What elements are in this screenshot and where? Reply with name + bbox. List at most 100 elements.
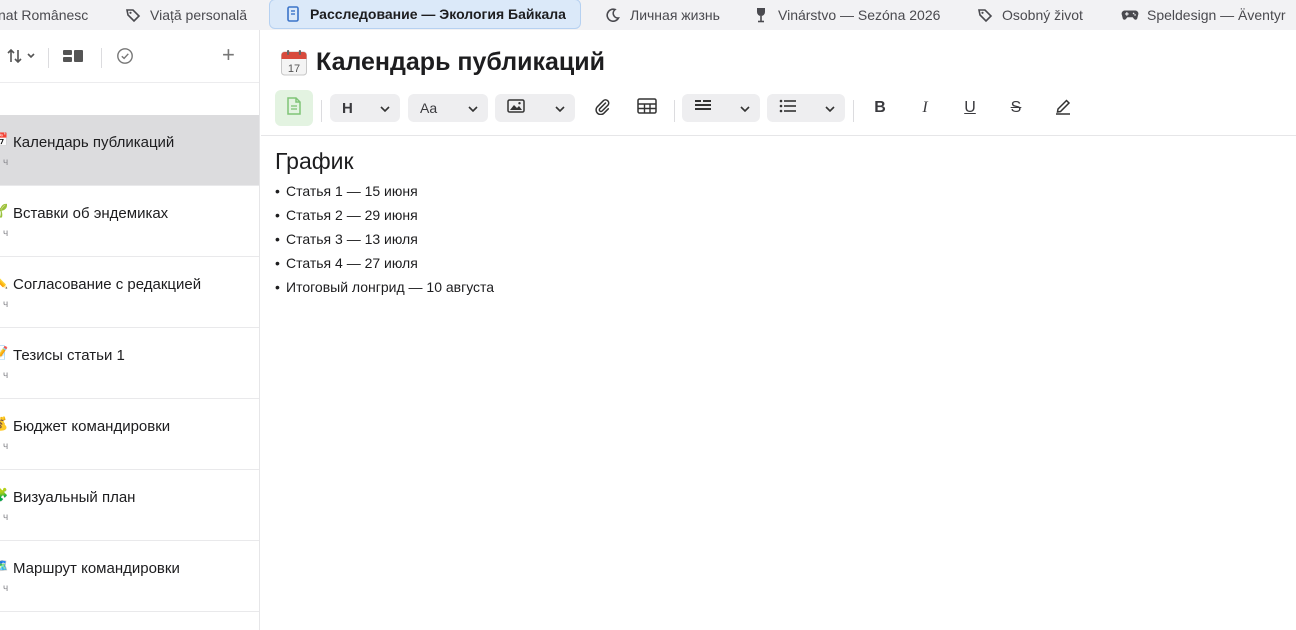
list-item: • Статья 4 — 27 июля [275, 251, 494, 275]
align-dropdown[interactable] [682, 94, 760, 122]
list-dropdown[interactable] [767, 94, 845, 122]
doc-header: 17 Календарь публикаций [280, 48, 605, 77]
list-item[interactable]: 🧩 Визуальный план ч [0, 470, 259, 541]
heading-dropdown[interactable]: H [330, 94, 400, 122]
tag-icon [976, 6, 994, 24]
toolbar-divider [101, 48, 102, 68]
bullet: • [275, 207, 280, 223]
highlighter-icon [1054, 97, 1072, 120]
note-title: Тезисы статьи 1 [13, 347, 125, 364]
align-icon [694, 99, 712, 118]
note-emoji-icon: 🧩 [0, 487, 8, 503]
tag-icon [124, 6, 142, 24]
note-meta: ч [3, 299, 9, 310]
tab-bar: nat Românesc Viață personală Расследован… [0, 0, 1296, 30]
chevron-down-icon [740, 99, 750, 117]
note-meta: ч [3, 157, 9, 168]
notebook-icon [284, 5, 302, 23]
bullet: • [275, 231, 280, 247]
note-title: Бюджет командировки [13, 418, 171, 435]
list-item[interactable]: 📝 Тезисы статьи 1 ч [0, 328, 259, 399]
tab-speldesign[interactable]: Speldesign — Äventyr [1121, 0, 1286, 29]
note-emoji-icon: ✏️ [0, 274, 8, 290]
tab-label: Osobný život [1002, 6, 1083, 23]
chevron-down-icon [380, 99, 390, 117]
list-item: • Статья 2 — 29 июня [275, 203, 494, 227]
check-circle-icon [116, 47, 134, 70]
bold-button[interactable]: B [867, 94, 893, 122]
notes-sidebar: + 📅 Календарь публикаций ч 🌱 Вставки об … [0, 30, 260, 630]
attach-button[interactable] [588, 94, 616, 122]
chevron-down-icon [825, 99, 835, 117]
calendar-day: 17 [288, 63, 300, 75]
list-item[interactable]: ✏️ Согласование с редакцией ч [0, 257, 259, 328]
calendar-icon: 17 [280, 49, 308, 77]
tab-label: Speldesign — Äventyr [1147, 6, 1286, 23]
note-title: Согласование с редакцией [13, 276, 202, 293]
gamepad-icon [1121, 6, 1139, 24]
note-meta: ч [3, 441, 9, 452]
paperclip-icon [593, 97, 611, 120]
note-meta: ч [3, 370, 9, 381]
strikethrough-button[interactable]: S [1003, 94, 1029, 122]
list-item[interactable]: 🗺️ Маршрут командировки ч [0, 541, 259, 612]
italic-button[interactable]: I [912, 94, 938, 122]
tab-label: Расследование — Экология Байкала [310, 6, 566, 22]
tab-viata-personala[interactable]: Viață personală [124, 0, 247, 29]
format-toolbar: H Aa B I U S [261, 88, 1296, 136]
tab-label: nat Românesc [0, 6, 89, 23]
list-item[interactable]: 💰 Бюджет командировки ч [0, 399, 259, 470]
list-item[interactable]: 📅 Календарь публикаций ч [0, 115, 259, 186]
bullet: • [275, 255, 280, 271]
underline-button[interactable]: U [957, 94, 983, 122]
tab-osobny-zivot[interactable]: Osobný život [976, 0, 1083, 29]
tab-romanesc[interactable]: nat Românesc [0, 0, 88, 29]
toolbar-divider [48, 48, 49, 68]
add-note-button[interactable]: + [222, 42, 235, 67]
tab-vinarstvo[interactable]: Vinárstvo — Sezóna 2026 [752, 0, 940, 29]
tab-rassledovanie[interactable]: Расследование — Экология Байкала [269, 0, 581, 29]
moon-icon [604, 6, 622, 24]
check-button[interactable] [116, 47, 134, 69]
note-emoji-icon: 💰 [0, 416, 8, 432]
toolbar-divider [853, 100, 854, 122]
tab-lichnaya-zhizn[interactable]: Личная жизнь [604, 0, 720, 29]
list-item: • Статья 3 — 13 июля [275, 227, 494, 251]
bullet: • [275, 279, 280, 295]
bullet: • [275, 183, 280, 199]
underline-icon: U [964, 99, 976, 116]
note-body[interactable]: График • Статья 1 — 15 июня • Статья 2 — 2… [275, 148, 494, 299]
note-format-button[interactable] [275, 90, 313, 126]
tab-label: Viață personală [150, 6, 248, 23]
tab-label: Vinárstvo — Sezóna 2026 [778, 6, 941, 23]
chevron-down-icon [555, 99, 565, 117]
view-toggle-button[interactable] [62, 47, 84, 69]
note-emoji-icon: 📝 [0, 345, 8, 361]
note-title: Календарь публикаций [13, 134, 175, 151]
table-icon [637, 97, 657, 119]
note-title: Вставки об эндемиках [13, 205, 169, 222]
list-item: • Статья 1 — 15 июня [275, 179, 494, 203]
schedule-item: Статья 1 — 15 июня [286, 183, 418, 199]
note-editor: 17 Календарь публикаций H Aa B I U S Гра… [261, 30, 1296, 630]
highlight-button[interactable] [1049, 94, 1077, 122]
schedule-item: Статья 3 — 13 июля [286, 231, 418, 247]
tab-label: Личная жизнь [630, 6, 720, 23]
image-icon [507, 98, 525, 118]
font-dropdown[interactable]: Aa [408, 94, 488, 122]
toolbar-divider [321, 100, 322, 122]
table-button[interactable] [633, 94, 661, 122]
list-icon [779, 99, 797, 118]
list-item: • Итоговый лонгрид — 10 августа [275, 275, 494, 299]
list-item[interactable]: 🌱 Вставки об эндемиках ч [0, 186, 259, 257]
note-emoji-icon: 🌱 [0, 203, 8, 219]
sort-button[interactable] [6, 47, 36, 69]
page-title: Календарь публикаций [316, 48, 605, 76]
notes-list: 📅 Календарь публикаций ч 🌱 Вставки об эн… [0, 115, 259, 612]
heading-label: H [342, 99, 353, 117]
plus-icon: + [222, 42, 235, 67]
italic-icon: I [922, 99, 928, 116]
image-dropdown[interactable] [495, 94, 575, 122]
note-emoji-icon: 📅 [0, 132, 8, 148]
bold-icon: B [874, 99, 886, 116]
